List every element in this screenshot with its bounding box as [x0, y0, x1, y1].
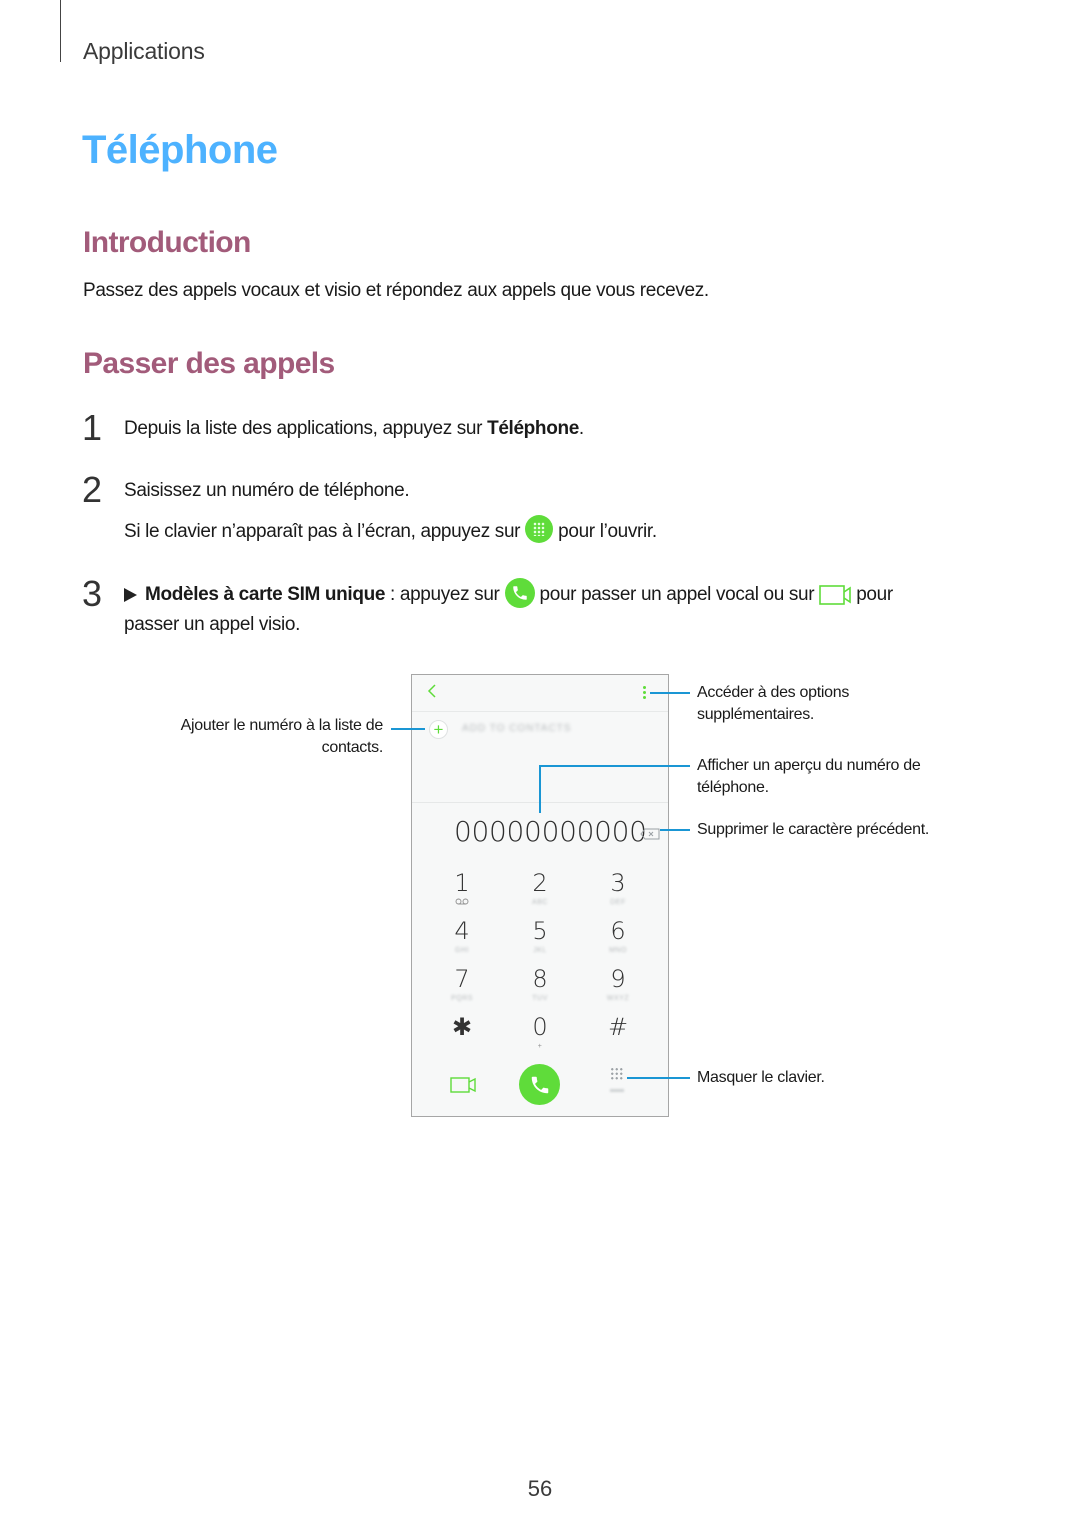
step-1-text-after: . [578, 418, 584, 439]
section-label: Applications [83, 38, 205, 64]
dial-key-letters: ABC [532, 899, 548, 906]
keypad-grid-icon [610, 1067, 624, 1081]
dial-key-digit: 4 [454, 917, 470, 945]
step-3-line2: passer un appel visio. [124, 614, 301, 635]
step-3-bold: Modèles à carte SIM unique [145, 584, 386, 605]
step-number-1: 1 [82, 407, 103, 448]
dial-key-letters: GHI [455, 947, 469, 954]
callout-line-hide-keypad [627, 1077, 690, 1079]
step-3-text-c: pour [856, 584, 893, 605]
step-number-3: 3 [82, 573, 103, 614]
dial-key-digit: 2 [532, 869, 548, 897]
step-1-bold: Téléphone [487, 418, 579, 439]
callout-hide-keypad: Masquer le clavier. [697, 1069, 825, 1086]
dial-key[interactable]: 3 DEF [588, 868, 648, 908]
step-2-text: Saisissez un numéro de téléphone. [124, 480, 410, 501]
dial-key-digit: 7 [454, 965, 470, 993]
dial-key[interactable]: 0 + [510, 1012, 570, 1052]
more-options-icon[interactable] [643, 686, 647, 701]
phone-topbar [412, 675, 668, 712]
dial-key-letters: MNO [609, 947, 627, 954]
step-3-text-a: : appuyez sur [385, 584, 500, 605]
introduction-heading: Introduction [83, 226, 251, 259]
dial-key[interactable]: 9 WXYZ [588, 964, 648, 1004]
dial-key-digit: ✱ [451, 1013, 473, 1041]
step-2-note: Si le clavier n’apparaît pas à l’écran, … [124, 515, 657, 543]
dial-key-letters: + [537, 1043, 543, 1050]
dial-key-letters: WXYZ [606, 995, 630, 1002]
step-1-text: Depuis la liste des applications, appuye… [124, 418, 584, 440]
dial-key-digit: 5 [532, 917, 548, 945]
callout-line-preview-v [539, 765, 541, 813]
add-contact-button[interactable]: + [429, 720, 448, 739]
callout-line-add-contact [391, 728, 425, 730]
callout-line-preview-h [539, 765, 690, 767]
dial-key[interactable]: 4 GHI [432, 916, 492, 956]
dial-key-letters: JKL [533, 947, 547, 954]
phone-bottom-bar [412, 1063, 668, 1113]
callout-line-more-options [650, 692, 690, 694]
step-1-text-before: Depuis la liste des applications, appuye… [124, 418, 488, 439]
dial-key-digit: # [607, 1013, 629, 1041]
passer-des-appels-heading: Passer des appels [83, 347, 335, 380]
dial-key[interactable]: 2 ABC [510, 868, 570, 908]
backspace-icon[interactable] [640, 827, 660, 845]
dial-key-digit: 6 [610, 917, 626, 945]
dial-key[interactable]: 7 PQRS [432, 964, 492, 1004]
dial-key-letters [432, 1042, 492, 1052]
dialed-number: 00000000000 [454, 815, 647, 848]
step-number-2: 2 [82, 469, 103, 510]
callout-preview: Afficher un aperçu du numéro de téléphon… [697, 757, 921, 796]
hide-label [610, 1089, 624, 1092]
dial-key[interactable]: 5 JKL [510, 916, 570, 956]
page-number: 56 [527, 1476, 553, 1501]
dial-key-letters: DEF [610, 899, 626, 906]
step-2-note-after: pour l’ouvrir. [558, 521, 657, 542]
dial-key-digit: 3 [610, 869, 626, 897]
chevron-left-icon[interactable] [426, 683, 438, 704]
step-3-text-b: pour passer un appel vocal ou sur [539, 584, 815, 605]
voice-call-button[interactable] [519, 1064, 560, 1105]
hide-keypad-button[interactable] [610, 1067, 626, 1092]
video-call-icon [819, 584, 852, 606]
dial-key-digit: 0 [532, 1013, 548, 1041]
step-3-text: Modèles à carte SIM unique : appuyez sur… [124, 578, 893, 608]
voice-call-icon [504, 578, 535, 608]
callout-add-contact: Ajouter le numéro à la liste de contacts… [180, 717, 384, 756]
callout-delete: Supprimer le caractère précédent. [697, 821, 929, 838]
page-title: Téléphone [82, 128, 278, 172]
dial-key[interactable]: # [588, 1012, 648, 1052]
keypad-icon [525, 515, 554, 543]
dial-key-letters: TUV [532, 995, 548, 1002]
dial-key-letters [588, 1042, 648, 1052]
dial-key-digit: 9 [610, 965, 626, 993]
voicemail-icon [432, 898, 492, 908]
introduction-text: Passez des appels vocaux et visio et rép… [83, 280, 709, 301]
dial-key[interactable]: 8 TUV [510, 964, 570, 1004]
dial-key-digit: 8 [532, 965, 548, 993]
video-call-button[interactable] [450, 1077, 476, 1098]
dial-key-letters: PQRS [451, 995, 473, 1002]
callout-line-delete [660, 829, 690, 831]
step-2-note-before: Si le clavier n’apparaît pas à l’écran, … [124, 521, 521, 542]
phone-screen-illustration: + ADD TO CONTACTS 00000000000 1 2 ABC 3 DEF 4… [411, 674, 669, 1117]
dial-key[interactable]: 1 [432, 868, 492, 908]
dial-key-digit: 1 [454, 869, 470, 897]
add-to-contacts-label: ADD TO CONTACTS [462, 723, 572, 734]
dial-key[interactable]: ✱ [432, 1012, 492, 1052]
arrow-right-icon [124, 588, 137, 602]
dial-key[interactable]: 6 MNO [588, 916, 648, 956]
callout-more-options: Accéder à des options supplémentaires. [697, 684, 850, 723]
header-rule [60, 0, 61, 62]
